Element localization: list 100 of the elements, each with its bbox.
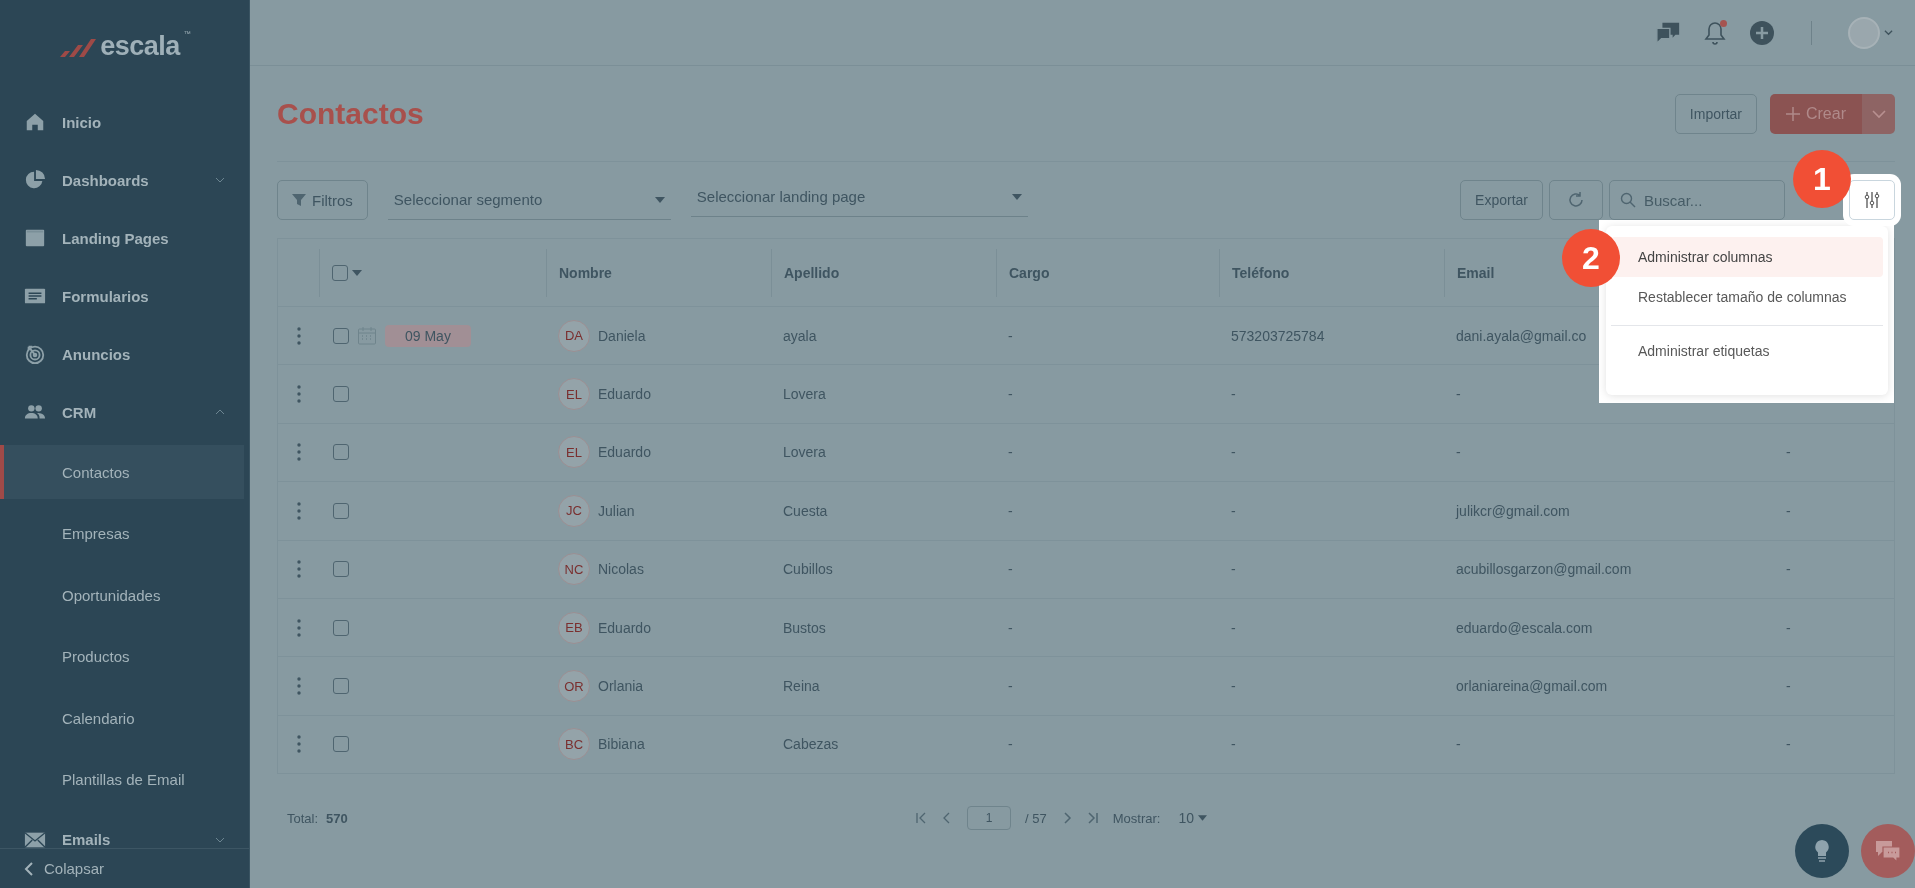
row-checkbox[interactable] bbox=[333, 619, 349, 636]
initials-avatar: BC bbox=[558, 728, 590, 761]
chevron-down-icon[interactable] bbox=[1884, 28, 1893, 37]
select-field[interactable]: Seleccionar segmento bbox=[387, 180, 671, 220]
sidebar-item[interactable]: Oportunidades bbox=[0, 564, 244, 626]
table-cell-text: Cubillos bbox=[782, 561, 834, 578]
more-icon[interactable] bbox=[296, 385, 301, 404]
more-icon[interactable] bbox=[296, 443, 301, 462]
chat-button[interactable] bbox=[1861, 824, 1915, 878]
table-cell-text: orlaniareina@gmail.com bbox=[1455, 678, 1609, 695]
row-checkbox[interactable] bbox=[333, 736, 349, 753]
lightbulb-icon bbox=[1814, 839, 1830, 863]
more-icon[interactable] bbox=[296, 501, 301, 520]
table-cell-text: - bbox=[1230, 678, 1237, 695]
total-count: 570 bbox=[326, 810, 348, 826]
sidebar-item[interactable]: Contactos bbox=[0, 445, 244, 499]
row-checkbox[interactable] bbox=[333, 327, 349, 344]
table-cell-text: - bbox=[1455, 444, 1462, 461]
date-tag: 09 May bbox=[385, 324, 471, 347]
initials-avatar: EL bbox=[558, 436, 590, 469]
row-checkbox[interactable] bbox=[333, 386, 349, 403]
sidebar-item[interactable]: Landing Pages bbox=[0, 209, 249, 267]
filters-button[interactable]: Filtros bbox=[277, 180, 368, 220]
menu-item[interactable]: Administrar etiquetas bbox=[1611, 331, 1883, 371]
chevron-left-icon bbox=[24, 860, 34, 877]
row-checkbox[interactable] bbox=[333, 444, 349, 461]
search-field[interactable]: Buscar... bbox=[1609, 180, 1785, 220]
column-header[interactable]: Cargo bbox=[1009, 264, 1050, 281]
initials-avatar: NC bbox=[558, 553, 590, 586]
table-cell-text: - bbox=[1007, 619, 1014, 636]
more-icon[interactable] bbox=[296, 735, 301, 754]
select-field[interactable]: Seleccionar landing page bbox=[690, 177, 1028, 217]
sidebar-item[interactable]: Emails bbox=[0, 810, 249, 848]
create-dropdown-button[interactable] bbox=[1862, 93, 1895, 134]
sidebar-item[interactable]: Plantillas de Email bbox=[0, 749, 244, 811]
table-cell-text: - bbox=[1455, 736, 1462, 753]
bell-icon[interactable] bbox=[1703, 19, 1727, 46]
plus-circle-icon[interactable] bbox=[1749, 19, 1775, 46]
table-cell: Eduardo bbox=[598, 386, 651, 403]
table-cell-text: Reina bbox=[782, 678, 821, 695]
table-cell-text: Bustos bbox=[782, 619, 827, 636]
more-icon[interactable] bbox=[296, 560, 301, 579]
column-header[interactable]: Teléfono bbox=[1232, 264, 1290, 281]
table-cell-text: - bbox=[1007, 502, 1014, 519]
caret-icon[interactable] bbox=[352, 269, 362, 276]
select-all-checkbox[interactable] bbox=[332, 264, 348, 281]
initials-avatar: EB bbox=[558, 611, 590, 644]
table-cell: Bibiana bbox=[598, 736, 645, 753]
window-icon bbox=[24, 227, 46, 249]
caret-icon bbox=[654, 196, 665, 203]
page-size-select[interactable]: 10 bbox=[1178, 810, 1207, 827]
column-header[interactable]: Email bbox=[1457, 264, 1495, 281]
table-cell-text: - bbox=[1007, 561, 1014, 578]
table-cell-text: - bbox=[1007, 327, 1014, 344]
table-cell-text: - bbox=[1230, 619, 1237, 636]
lightbulb-button[interactable] bbox=[1795, 824, 1849, 878]
sidebar-item[interactable]: Productos bbox=[0, 626, 244, 688]
step-marker: 1 bbox=[1793, 150, 1851, 208]
more-icon[interactable] bbox=[296, 618, 301, 637]
table-cell-text: - bbox=[1007, 444, 1014, 461]
sidebar-item[interactable]: Formularios bbox=[0, 267, 249, 325]
table-cell-text: Cabezas bbox=[782, 736, 840, 753]
table-cell-text: - bbox=[1007, 678, 1014, 695]
table-cell-text: - bbox=[1007, 386, 1014, 403]
more-icon[interactable] bbox=[296, 326, 301, 345]
sidebar-item[interactable]: Calendario bbox=[0, 687, 244, 749]
sidebar-item[interactable]: CRM bbox=[0, 383, 249, 441]
table-cell-text: Cuesta bbox=[782, 502, 829, 519]
row-checkbox[interactable] bbox=[333, 561, 349, 578]
more-icon[interactable] bbox=[296, 677, 301, 696]
table-cell: Orlania bbox=[598, 678, 644, 695]
table-cell-text: - bbox=[1785, 619, 1792, 636]
table-cell-text: Lovera bbox=[782, 386, 827, 403]
page-input[interactable]: 1 bbox=[967, 806, 1012, 831]
column-header[interactable]: Nombre bbox=[559, 264, 612, 281]
row-checkbox[interactable] bbox=[333, 678, 349, 695]
refresh-button[interactable] bbox=[1549, 180, 1603, 220]
sidebar-item[interactable]: Anuncios bbox=[0, 325, 249, 383]
chevron-down-icon bbox=[1871, 108, 1886, 119]
table-cell: Daniela bbox=[598, 327, 646, 344]
table-cell-text: - bbox=[1230, 502, 1237, 519]
search-icon bbox=[1620, 192, 1636, 208]
table-cell-text: acubillosgarzon@gmail.com bbox=[1455, 561, 1633, 578]
page-count: / 57 bbox=[1025, 810, 1047, 826]
sidebar-item[interactable]: Empresas bbox=[0, 503, 244, 565]
initials-avatar: JC bbox=[558, 494, 590, 527]
last-page-icon[interactable] bbox=[1086, 812, 1099, 825]
menu-item[interactable]: Administrar columnas bbox=[1611, 237, 1883, 277]
column-header[interactable]: Apellido bbox=[784, 264, 840, 281]
table-cell: Eduardo bbox=[598, 444, 651, 461]
export-button[interactable]: Exportar bbox=[1460, 180, 1543, 220]
sidebar-item[interactable]: Dashboards bbox=[0, 151, 249, 209]
import-button[interactable]: Importar bbox=[1674, 93, 1757, 134]
sidebar-item[interactable]: Inicio bbox=[0, 93, 249, 151]
table-cell-text: - bbox=[1230, 444, 1237, 461]
row-checkbox[interactable] bbox=[333, 502, 349, 519]
avatar[interactable] bbox=[1848, 16, 1880, 49]
first-page-icon[interactable] bbox=[915, 812, 928, 825]
table-cell-text: eduardo@escala.com bbox=[1455, 619, 1594, 636]
collapse-label: Colapsar bbox=[44, 860, 105, 877]
